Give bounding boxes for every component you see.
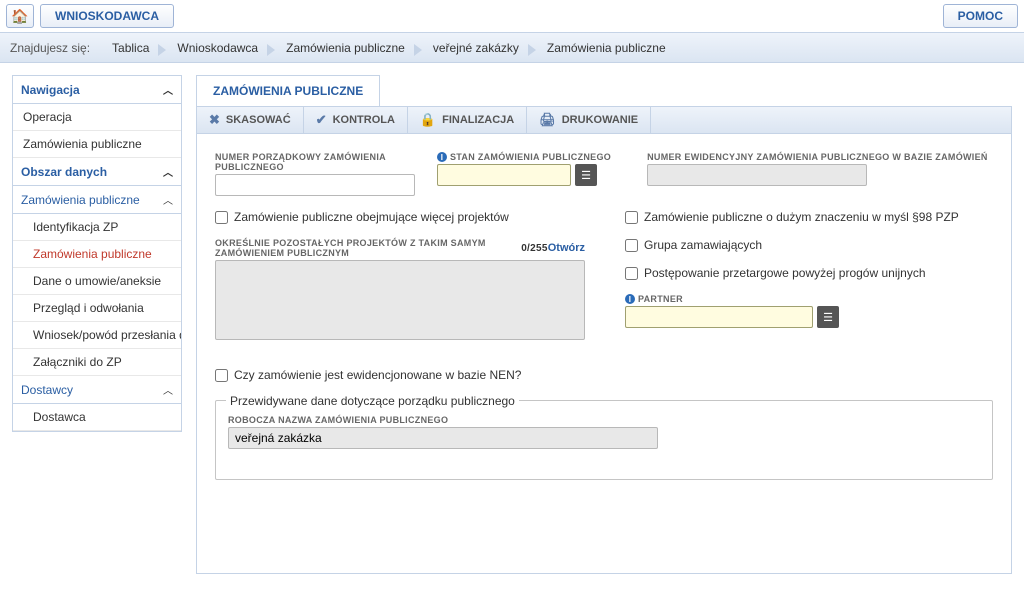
- checkbox-tender-above-label: Postępowanie przetargowe powyżej progów …: [644, 266, 926, 280]
- toolbar-print[interactable]: 🖨 DRUKOWANIE: [527, 107, 651, 133]
- checkbox-tender-above-input[interactable]: [625, 267, 638, 280]
- chevron-up-icon: ︿: [163, 164, 173, 179]
- sidebar-section-data-area[interactable]: Obszar danych ︿: [13, 158, 181, 186]
- input-reg-number: [647, 164, 867, 186]
- print-icon: 🖨: [539, 112, 556, 128]
- checkbox-nen[interactable]: Czy zamówienie jest ewidencjonowane w ba…: [215, 368, 585, 382]
- delete-icon: ✖: [209, 112, 220, 128]
- textarea-other-projects: [215, 260, 585, 340]
- info-icon: i: [625, 294, 635, 304]
- checkbox-more-projects[interactable]: Zamówienie publiczne obejmujące więcej p…: [215, 210, 585, 224]
- input-partner[interactable]: [625, 306, 813, 328]
- checkbox-big-importance[interactable]: Zamówienie publiczne o dużym znaczeniu w…: [625, 210, 993, 224]
- checkbox-big-importance-input[interactable]: [625, 211, 638, 224]
- fieldset-expected-data: Przewidywane dane dotyczące porządku pub…: [215, 400, 993, 480]
- sidebar-subitem-review[interactable]: Przegląd i odwołania: [13, 295, 181, 322]
- toolbar-finalize-label: FINALIZACJA: [442, 114, 514, 126]
- sidebar-subitem-reason[interactable]: Wniosek/powód przesłania do UOł: [13, 322, 181, 349]
- home-button[interactable]: 🏠: [6, 4, 34, 28]
- sidebar-navigation-label: Nawigacja: [21, 83, 80, 97]
- checkbox-nen-input[interactable]: [215, 369, 228, 382]
- sidebar-subitem-supplier[interactable]: Dostawca: [13, 404, 181, 431]
- label-reg-number: NUMER EWIDENCYJNY ZAMÓWIENIA PUBLICZNEGO…: [647, 152, 988, 162]
- main: ZAMÓWIENIA PUBLICZNE ✖ SKASOWAĆ ✔ KONTRO…: [196, 75, 1012, 574]
- toolbar-control[interactable]: ✔ KONTROLA: [304, 107, 408, 133]
- input-order-number[interactable]: [215, 174, 415, 196]
- form: NUMER PORZĄDKOWY ZAMÓWIENIA PUBLICZNEGO …: [196, 134, 1012, 574]
- label-order-number: NUMER PORZĄDKOWY ZAMÓWIENIA PUBLICZNEGO: [215, 152, 425, 172]
- info-icon: i: [437, 152, 447, 162]
- sidebar-subitem-zp[interactable]: Zamówienia publiczne: [13, 241, 181, 268]
- sidebar: Nawigacja ︿ Operacja Zamówienia publiczn…: [12, 75, 182, 432]
- checkbox-big-importance-label: Zamówienie publiczne o dużym znaczeniu w…: [644, 210, 959, 224]
- chevron-up-icon: ︿: [163, 192, 173, 207]
- breadcrumb-item[interactable]: veřejné zakázky: [421, 41, 535, 55]
- checkbox-group[interactable]: Grupa zamawiających: [625, 238, 993, 252]
- sidebar-zp-label: Zamówienia publiczne: [21, 193, 140, 207]
- breadcrumb-label: Znajdujesz się:: [10, 41, 90, 55]
- checkbox-tender-above[interactable]: Postępowanie przetargowe powyżej progów …: [625, 266, 993, 280]
- checkbox-group-label: Grupa zamawiających: [644, 238, 762, 252]
- breadcrumb: Znajdujesz się: Tablica Wnioskodawca Zam…: [0, 33, 1024, 63]
- checkbox-more-projects-label: Zamówienie publiczne obejmujące więcej p…: [234, 210, 509, 224]
- sidebar-section-navigation[interactable]: Nawigacja ︿: [13, 76, 181, 104]
- label-working-name: ROBOCZA NAZWA ZAMÓWIENIA PUBLICZNEGO: [228, 415, 980, 425]
- tab-zp[interactable]: ZAMÓWIENIA PUBLICZNE: [196, 75, 380, 106]
- breadcrumb-item[interactable]: Zamówienia publiczne: [535, 41, 682, 55]
- toolbar-delete-label: SKASOWAĆ: [226, 114, 291, 126]
- applicant-button[interactable]: WNIOSKODAWCA: [40, 4, 174, 28]
- lookup-state-button[interactable]: ☰: [575, 164, 597, 186]
- breadcrumb-item[interactable]: Wnioskodawca: [165, 41, 274, 55]
- label-state: i STAN ZAMÓWIENIA PUBLICZNEGO: [437, 152, 611, 162]
- toolbar: ✖ SKASOWAĆ ✔ KONTROLA 🔒 FINALIZACJA 🖨 DR…: [196, 106, 1012, 134]
- toolbar-control-label: KONTROLA: [333, 114, 395, 126]
- sidebar-subitem-id-zp[interactable]: Identyfikacja ZP: [13, 214, 181, 241]
- help-button[interactable]: POMOC: [943, 4, 1018, 28]
- sidebar-data-area-label: Obszar danych: [21, 165, 107, 179]
- label-other-projects: OKREŚLNIE POZOSTAŁYCH PROJEKTÓW Z TAKIM …: [215, 238, 548, 258]
- checkbox-more-projects-input[interactable]: [215, 211, 228, 224]
- lock-icon: 🔒: [420, 112, 436, 128]
- sidebar-subitem-attachments[interactable]: Załączniki do ZP: [13, 349, 181, 376]
- sidebar-subitem-contract[interactable]: Dane o umowie/aneksie: [13, 268, 181, 295]
- home-icon: 🏠: [11, 8, 28, 25]
- sidebar-item-operation[interactable]: Operacja: [13, 104, 181, 131]
- top-bar: 🏠 WNIOSKODAWCA POMOC: [0, 0, 1024, 33]
- checkbox-nen-label: Czy zamówienie jest ewidencjonowane w ba…: [234, 368, 521, 382]
- check-icon: ✔: [316, 112, 327, 128]
- char-count: 0/255: [521, 243, 548, 254]
- sidebar-suppliers-label: Dostawcy: [21, 383, 73, 397]
- checkbox-group-input[interactable]: [625, 239, 638, 252]
- toolbar-finalize[interactable]: 🔒 FINALIZACJA: [408, 107, 527, 133]
- list-icon: ☰: [823, 311, 833, 324]
- open-link[interactable]: Otwórz: [548, 242, 585, 254]
- breadcrumb-item[interactable]: Tablica: [100, 41, 165, 55]
- chevron-up-icon: ︿: [163, 82, 173, 97]
- sidebar-item-zp[interactable]: Zamówienia publiczne: [13, 131, 181, 158]
- sidebar-section-zp[interactable]: Zamówienia publiczne ︿: [13, 186, 181, 214]
- input-state[interactable]: [437, 164, 571, 186]
- chevron-up-icon: ︿: [163, 382, 173, 397]
- input-working-name: [228, 427, 658, 449]
- toolbar-print-label: DRUKOWANIE: [562, 114, 638, 126]
- label-partner: i PARTNER: [625, 294, 993, 304]
- breadcrumb-item[interactable]: Zamówienia publiczne: [274, 41, 421, 55]
- list-icon: ☰: [581, 169, 591, 182]
- toolbar-delete[interactable]: ✖ SKASOWAĆ: [197, 107, 304, 133]
- sidebar-section-suppliers[interactable]: Dostawcy ︿: [13, 376, 181, 404]
- fieldset-legend: Przewidywane dane dotyczące porządku pub…: [226, 394, 519, 408]
- lookup-partner-button[interactable]: ☰: [817, 306, 839, 328]
